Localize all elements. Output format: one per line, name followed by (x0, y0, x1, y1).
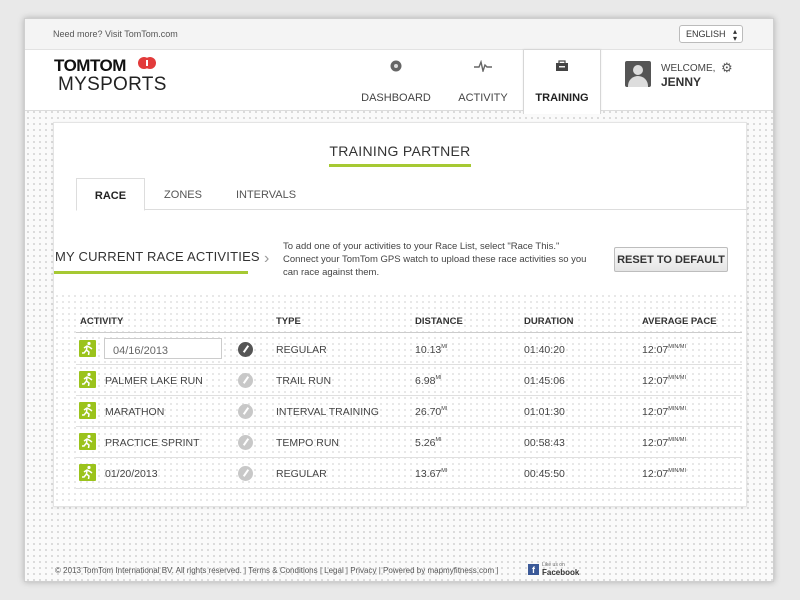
activity-type: INTERVAL TRAINING (276, 406, 379, 418)
facebook-like-button[interactable]: f Like us on Facebook (528, 562, 580, 578)
pulse-icon (474, 60, 492, 72)
gear-icon[interactable]: ⚙ (721, 60, 733, 76)
runner-icon (79, 433, 96, 450)
nav-tab-label: TRAINING (535, 92, 589, 104)
edit-pencil-icon[interactable] (238, 435, 253, 450)
visit-tomtom-link[interactable]: Need more? Visit TomTom.com (53, 29, 178, 39)
runner-icon (79, 464, 96, 481)
activity-name[interactable]: MARATHON (105, 406, 164, 418)
column-header-average-pace: AVERAGE PACE (642, 316, 717, 327)
distance-unit: MI (441, 343, 448, 350)
activity-duration: 00:58:43 (524, 437, 565, 449)
avatar[interactable] (625, 61, 651, 87)
activity-name[interactable]: 01/20/2013 (105, 468, 158, 480)
training-icon (556, 60, 568, 71)
activity-pace: 12:07MIN/MI (642, 436, 687, 450)
pace-unit: MIN/MI (668, 405, 687, 412)
reset-to-default-button[interactable]: RESET TO DEFAULT (614, 247, 728, 272)
race-list-info: To add one of your activities to your Ra… (283, 241, 587, 278)
activity-pace: 12:07MIN/MI (642, 343, 687, 357)
top-bar: Need more? Visit TomTom.com ENGLISH ▴ ▾ (25, 19, 773, 49)
column-header-type: TYPE (276, 316, 301, 327)
table-row[interactable]: PRACTICE SPRINT TEMPO RUN 5.26MI 00:58:4… (76, 427, 742, 458)
activity-distance: 5.26MI (415, 436, 442, 450)
activity-distance: 6.98MI (415, 374, 442, 388)
activity-type: TEMPO RUN (276, 437, 339, 449)
tab-race[interactable]: RACE (76, 178, 145, 211)
app-window: Need more? Visit TomTom.com ENGLISH ▴ ▾ T… (24, 18, 774, 582)
chevron-right-icon: › (264, 250, 270, 267)
activity-name-input[interactable] (104, 338, 222, 359)
pace-unit: MIN/MI (668, 436, 687, 443)
distance-unit: MI (441, 405, 448, 412)
activity-name[interactable]: PRACTICE SPRINT (105, 437, 200, 449)
training-partner-panel: TRAINING PARTNER RACE ZONES INTERVALS MY… (53, 122, 748, 507)
activity-distance: 10.13MI (415, 343, 448, 357)
activity-duration: 00:45:50 (524, 468, 565, 480)
activity-duration: 01:45:06 (524, 375, 565, 387)
distance-unit: MI (435, 374, 442, 381)
edit-pencil-icon[interactable] (238, 342, 253, 357)
pace-unit: MIN/MI (668, 374, 687, 381)
table-row[interactable]: REGULAR 10.13MI 01:40:20 12:07MIN/MI (76, 334, 742, 365)
user-name: JENNY (661, 75, 702, 89)
edit-pencil-icon[interactable] (238, 466, 253, 481)
activity-distance: 26.70MI (415, 405, 448, 419)
tomtom-hands-icon (138, 57, 156, 69)
dashboard-icon (390, 60, 402, 72)
distance-unit: MI (441, 467, 448, 474)
tab-label: ZONES (164, 189, 202, 201)
language-select[interactable]: ENGLISH ▴ ▾ (679, 25, 743, 43)
brand-logo-mysports[interactable]: MYSPORTS (58, 74, 167, 96)
activity-type: REGULAR (276, 468, 327, 480)
tab-intervals[interactable]: INTERVALS (226, 178, 306, 211)
brand-logo-tomtom[interactable]: TOMTOM (54, 56, 126, 76)
nav-tab-training[interactable]: TRAINING (523, 50, 601, 114)
section-heading: MY CURRENT RACE ACTIVITIES (55, 249, 260, 264)
facebook-icon: f (528, 564, 539, 575)
header-divider (76, 332, 742, 333)
nav-tab-dashboard[interactable]: DASHBOARD (353, 50, 439, 112)
runner-icon (79, 371, 96, 388)
user-menu[interactable]: WELCOME, JENNY ⚙ (625, 60, 755, 100)
activity-duration: 01:40:20 (524, 344, 565, 356)
tab-label: INTERVALS (235, 189, 297, 201)
nav-tab-label: DASHBOARD (361, 92, 431, 104)
column-header-activity: ACTIVITY (80, 316, 124, 327)
activity-type: REGULAR (276, 344, 327, 356)
activity-type: TRAIL RUN (276, 375, 332, 387)
distance-unit: MI (435, 436, 442, 443)
edit-pencil-icon[interactable] (238, 404, 253, 419)
table-row[interactable]: PALMER LAKE RUN TRAIL RUN 6.98MI 01:45:0… (76, 365, 742, 396)
activity-pace: 12:07MIN/MI (642, 467, 687, 481)
tab-label: RACE (94, 190, 127, 202)
facebook-label: Facebook (542, 568, 580, 577)
language-value: ENGLISH (686, 29, 726, 39)
activity-duration: 01:01:30 (524, 406, 565, 418)
heading-underline (54, 271, 248, 274)
edit-pencil-icon[interactable] (238, 373, 253, 388)
activity-pace: 12:07MIN/MI (642, 405, 687, 419)
table-row[interactable]: MARATHON INTERVAL TRAINING 26.70MI 01:01… (76, 396, 742, 427)
welcome-label: WELCOME, (661, 63, 716, 74)
footer-links[interactable]: © 2013 TomTom International BV. All righ… (55, 566, 498, 575)
tab-zones[interactable]: ZONES (150, 178, 216, 211)
header: TOMTOM MYSPORTS DASHBOARD ACTIVITY TRAIN… (25, 49, 773, 114)
activity-distance: 13.67MI (415, 467, 448, 481)
table-row[interactable]: 01/20/2013 REGULAR 13.67MI 00:45:50 12:0… (76, 458, 742, 489)
pace-unit: MIN/MI (668, 343, 687, 350)
footer: © 2013 TomTom International BV. All righ… (25, 559, 773, 581)
runner-icon (79, 402, 96, 419)
column-header-distance: DISTANCE (415, 316, 463, 327)
pace-unit: MIN/MI (668, 467, 687, 474)
nav-tab-label: ACTIVITY (458, 92, 508, 104)
nav-tab-activity[interactable]: ACTIVITY (445, 50, 521, 112)
activity-pace: 12:07MIN/MI (642, 374, 687, 388)
activity-name[interactable]: PALMER LAKE RUN (105, 375, 203, 387)
column-header-duration: DURATION (524, 316, 574, 327)
page-title: TRAINING PARTNER (54, 143, 746, 167)
subtab-bar: RACE ZONES INTERVALS (76, 178, 748, 211)
select-arrows-icon: ▴ ▾ (732, 27, 737, 43)
runner-icon (79, 340, 96, 357)
